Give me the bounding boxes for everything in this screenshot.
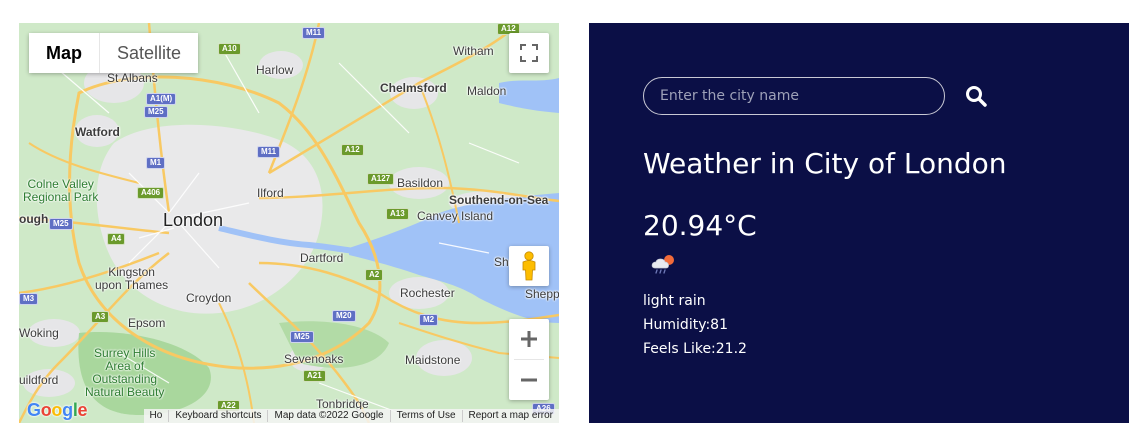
keyboard-shortcuts-link[interactable]: Keyboard shortcuts <box>168 410 267 422</box>
humidity-text: Humidity:81 <box>643 317 728 333</box>
road-shield-a127: A127 <box>367 173 395 185</box>
road-shield-a12: A12 <box>341 144 364 156</box>
road-shield-m1: M1 <box>146 157 166 169</box>
attribution-cut-text: Ho <box>149 410 163 421</box>
place-label-sheppey: Shepp <box>525 287 559 301</box>
zoom-control <box>509 319 549 400</box>
weather-panel: Weather in City of London 20.94°C light … <box>589 23 1129 423</box>
road-shield-a4: A4 <box>107 233 126 245</box>
search-button[interactable] <box>963 83 989 109</box>
place-label-croydon: Croydon <box>186 291 232 305</box>
road-shield-m11: M11 <box>302 27 326 39</box>
map-type-map-button[interactable]: Map <box>29 33 99 73</box>
plus-icon <box>521 331 537 347</box>
place-label-southend: Southend-on-Sea <box>449 193 549 207</box>
place-label-st-albans: St Albans <box>107 71 158 85</box>
city-search-row <box>643 77 989 115</box>
fullscreen-icon <box>520 44 538 62</box>
fullscreen-button[interactable] <box>509 33 549 73</box>
place-label-rochester: Rochester <box>400 286 455 300</box>
map-attribution-bar: Ho Keyboard shortcuts Map data ©2022 Goo… <box>143 409 559 423</box>
city-search-input[interactable] <box>643 77 945 115</box>
terms-of-use-link[interactable]: Terms of Use <box>389 410 462 422</box>
road-shield-a13: A13 <box>386 208 409 220</box>
road-shield-m25: M25 <box>290 331 314 343</box>
place-label-witham: Witham <box>453 44 494 58</box>
temperature-value: 20.94°C <box>643 209 757 242</box>
road-shield-m20: M20 <box>332 310 356 322</box>
place-label-maidstone: Maidstone <box>405 353 461 367</box>
road-shield-a1m: A1(M) <box>146 93 177 105</box>
place-label-sevenoaks: Sevenoaks <box>284 352 344 366</box>
place-label-chelmsford: Chelmsford <box>380 81 447 95</box>
report-map-error-link[interactable]: Report a map error <box>461 410 559 422</box>
place-label-harlow: Harlow <box>256 63 294 77</box>
road-shield-m3: M3 <box>19 293 39 305</box>
road-shield-a406: A406 <box>137 187 165 199</box>
map-type-control: Map Satellite <box>29 33 199 73</box>
google-logo[interactable]: Google <box>27 400 88 421</box>
zoom-in-button[interactable] <box>509 319 549 359</box>
road-shield-m2: M2 <box>419 314 439 326</box>
minus-icon <box>521 378 537 382</box>
place-label-woking: Woking <box>19 326 59 340</box>
zoom-out-button[interactable] <box>509 360 549 400</box>
road-shield-a2: A2 <box>365 269 384 281</box>
road-shield-a21: A21 <box>303 370 326 382</box>
place-label-guildford: uildford <box>19 373 59 387</box>
street-view-pegman-button[interactable] <box>509 246 549 286</box>
road-shield-a3: A3 <box>91 311 110 323</box>
feels-like-text: Feels Like:21.2 <box>643 341 747 357</box>
place-label-maldon: Maldon <box>467 84 507 98</box>
place-label-london: London <box>163 210 224 230</box>
place-label-slough: ough <box>19 212 49 226</box>
place-label-dartford: Dartford <box>300 251 344 265</box>
place-label-colne-valley: Colne Valley Regional Park <box>23 177 99 204</box>
weather-description: light rain <box>643 293 706 309</box>
road-shield-m11: M11 <box>257 146 281 158</box>
place-label-surrey-hills: Surrey Hills Area of Outstanding Natural… <box>85 346 165 399</box>
road-shield-a10: A10 <box>218 43 241 55</box>
place-label-basildon: Basildon <box>397 176 444 190</box>
place-label-ilford: Ilford <box>257 186 284 200</box>
place-label-kingston: Kingston upon Thames <box>95 265 169 292</box>
weather-city-title: Weather in City of London <box>643 147 1007 180</box>
map-view[interactable]: Witham St Albans Harlow Chelmsford Maldo… <box>19 23 559 423</box>
road-shield-m25: M25 <box>144 106 168 118</box>
place-label-epsom: Epsom <box>128 316 166 330</box>
road-shield-m25: M25 <box>49 218 73 230</box>
place-label-canvey-island: Canvey Island <box>417 209 494 223</box>
pegman-icon <box>522 251 536 281</box>
search-icon <box>966 86 987 107</box>
map-type-satellite-button[interactable]: Satellite <box>99 33 199 73</box>
cloud-rain-sun-icon <box>649 253 679 277</box>
place-label-watford: Watford <box>75 125 120 139</box>
map-data-text: Map data ©2022 Google <box>267 410 389 422</box>
